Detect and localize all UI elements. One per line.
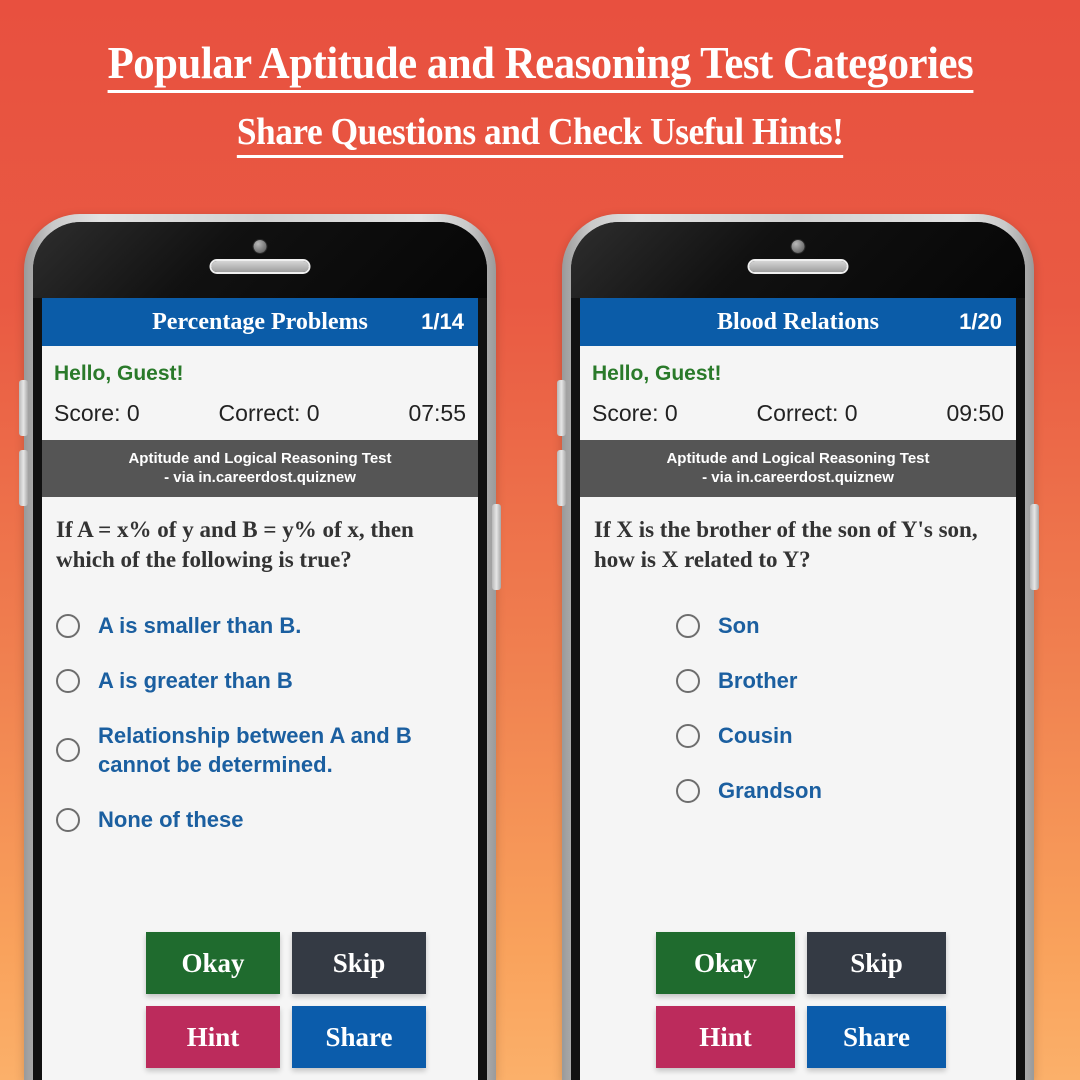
option-row[interactable]: A is smaller than B. [56, 611, 464, 640]
phone-top-bezel [571, 222, 1025, 298]
phone-top-bezel [33, 222, 487, 298]
option-label: Relationship between A and B cannot be d… [98, 723, 412, 777]
app-bar: Percentage Problems 1/14 [42, 298, 478, 346]
okay-button[interactable]: Okay [656, 932, 795, 994]
radio-button-icon[interactable] [56, 807, 80, 832]
question-counter: 1/14 [421, 309, 464, 334]
power-button[interactable] [492, 504, 501, 590]
option-row[interactable]: Relationship between A and B cannot be d… [56, 721, 464, 779]
option-label: Cousin [718, 723, 793, 748]
score-value: Score: 0 [54, 400, 140, 426]
radio-button-icon[interactable] [56, 668, 80, 693]
hint-button[interactable]: Hint [146, 1006, 280, 1068]
headline-line-1: Popular Aptitude and Reasoning Test Cate… [107, 38, 973, 93]
quiz-title: Percentage Problems [152, 308, 368, 335]
phone-mockup-left: Percentage Problems 1/14 Hello, Guest! S… [19, 214, 501, 1080]
question-text: If X is the brother of the son of Y's so… [594, 517, 978, 572]
volume-up-button[interactable] [19, 380, 28, 436]
greeting-text: Hello, Guest! [54, 362, 184, 385]
greeting-text: Hello, Guest! [592, 362, 722, 385]
action-buttons-row-1: Okay Skip [146, 932, 426, 994]
option-row[interactable]: Brother [676, 666, 1002, 695]
okay-button[interactable]: Okay [146, 932, 280, 994]
score-value: Score: 0 [592, 400, 678, 426]
volume-down-button[interactable] [19, 450, 28, 506]
power-button[interactable] [1030, 504, 1039, 590]
headline-line-2: Share Questions and Check Useful Hints! [236, 111, 844, 158]
volume-down-button[interactable] [557, 450, 566, 506]
option-label: Brother [718, 668, 798, 693]
option-row[interactable]: Son [676, 611, 1002, 640]
ad-banner[interactable]: Aptitude and Logical Reasoning Test - vi… [42, 440, 478, 497]
share-button[interactable]: Share [807, 1006, 946, 1068]
option-label: Son [718, 613, 760, 638]
radio-button-icon[interactable] [56, 738, 80, 762]
quiz-title: Blood Relations [716, 308, 880, 335]
correct-value: Correct: 0 [218, 400, 320, 426]
app-screen-left: Percentage Problems 1/14 Hello, Guest! S… [42, 298, 478, 1080]
earpiece-speaker-icon [749, 261, 847, 272]
option-label: Grandson [718, 778, 822, 803]
options-list: Son Brother Cousin Grandson [580, 581, 1016, 932]
share-button[interactable]: Share [292, 1006, 426, 1068]
radio-button-icon[interactable] [56, 613, 80, 638]
phone-body: Blood Relations 1/20 Hello, Guest! Score… [571, 222, 1025, 1080]
radio-button-icon[interactable] [676, 613, 700, 638]
timer-value: 09:50 [946, 400, 1004, 426]
option-row[interactable]: A is greater than B [56, 666, 464, 695]
earpiece-speaker-icon [211, 261, 309, 272]
hint-button[interactable]: Hint [656, 1006, 795, 1068]
correct-value: Correct: 0 [756, 400, 858, 426]
action-buttons: Okay Skip Hint Share [580, 932, 1016, 1080]
ad-banner-line-2: - via in.careerdost.quiznew [702, 469, 894, 486]
ad-banner-line-1: Aptitude and Logical Reasoning Test [666, 450, 930, 467]
question-text: If A = x% of y and B = y% of x, then whi… [56, 517, 414, 572]
ad-banner-line-1: Aptitude and Logical Reasoning Test [128, 450, 392, 467]
radio-button-icon[interactable] [676, 668, 700, 693]
volume-up-button[interactable] [557, 380, 566, 436]
action-buttons: Okay Skip Hint Share [42, 932, 478, 1080]
app-screen-right: Blood Relations 1/20 Hello, Guest! Score… [580, 298, 1016, 1080]
option-label: A is smaller than B. [98, 613, 302, 638]
action-buttons-row-1: Okay Skip [656, 932, 946, 994]
app-bar: Blood Relations 1/20 [580, 298, 1016, 346]
options-list: A is smaller than B. A is greater than B… [42, 581, 478, 932]
action-buttons-row-2: Hint Share [656, 1006, 946, 1068]
option-row[interactable]: Cousin [676, 721, 1002, 750]
ad-banner[interactable]: Aptitude and Logical Reasoning Test - vi… [580, 440, 1016, 497]
question-counter: 1/20 [959, 309, 1002, 334]
skip-button[interactable]: Skip [292, 932, 426, 994]
option-label: A is greater than B [98, 668, 293, 693]
option-label: None of these [98, 807, 244, 832]
stats-row: Score: 0 Correct: 0 09:50 [580, 386, 1016, 440]
skip-button[interactable]: Skip [807, 932, 946, 994]
phone-body: Percentage Problems 1/14 Hello, Guest! S… [33, 222, 487, 1080]
radio-button-icon[interactable] [676, 778, 700, 803]
stats-row: Score: 0 Correct: 0 07:55 [42, 386, 478, 440]
option-row[interactable]: None of these [56, 805, 464, 834]
phone-mockup-right: Blood Relations 1/20 Hello, Guest! Score… [557, 214, 1039, 1080]
front-camera-icon [253, 240, 267, 253]
ad-banner-line-2: - via in.careerdost.quiznew [164, 469, 356, 486]
headline-block: Popular Aptitude and Reasoning Test Cate… [0, 0, 1080, 158]
option-row[interactable]: Grandson [676, 776, 1002, 805]
timer-value: 07:55 [408, 400, 466, 426]
radio-button-icon[interactable] [676, 723, 700, 748]
front-camera-icon [791, 240, 805, 253]
action-buttons-row-2: Hint Share [146, 1006, 426, 1068]
